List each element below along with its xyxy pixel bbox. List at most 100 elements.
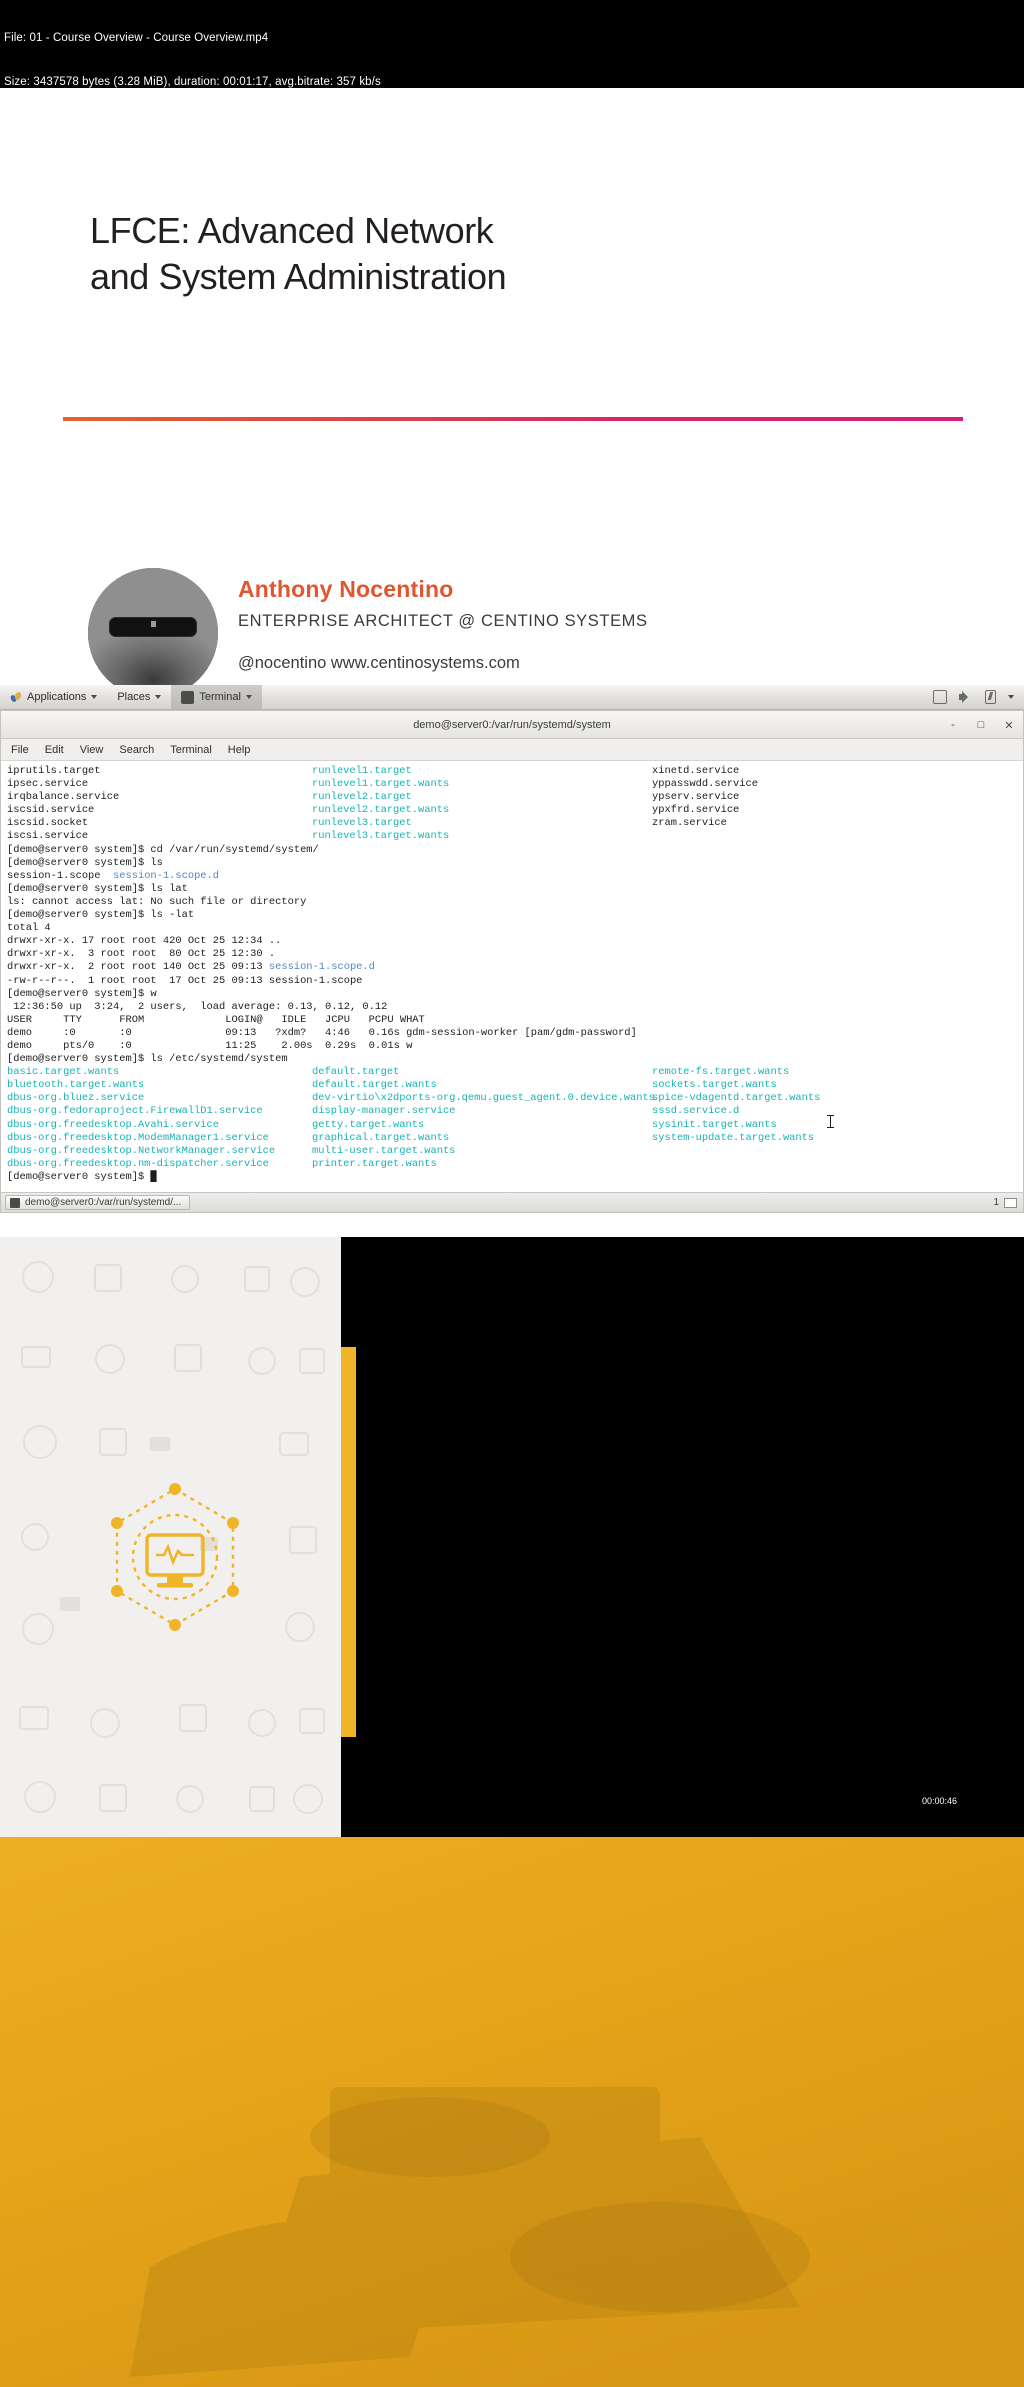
menu-help[interactable]: Help (228, 744, 251, 756)
terminal-line: session-1.scope session-1.scope.d (7, 870, 1017, 883)
timestamp-label: 00:00:46 (922, 1796, 958, 1806)
panel-menu-terminal[interactable]: Terminal (171, 685, 262, 709)
terminal-cell: remote-fs.target.wants (652, 1066, 790, 1079)
presenter-role: ENTERPRISE ARCHITECT @ CENTINO SYSTEMS (238, 612, 648, 630)
terminal-cell: dbus-org.fedoraproject.FirewallD1.servic… (7, 1105, 263, 1118)
thumbnail-outro-slide: You’ll know how to drive real value from… (0, 1837, 1024, 2387)
terminal-cell: ypserv.service (652, 791, 740, 804)
terminal-app-icon (181, 690, 195, 704)
menu-view[interactable]: View (80, 744, 104, 756)
terminal-cell: dbus-org.freedesktop.nm-dispatcher.servi… (7, 1157, 269, 1170)
terminal-cell: irqbalance.service (7, 791, 120, 804)
panel-status-tray (933, 690, 1024, 704)
terminal-cell: default.target.wants (312, 1079, 437, 1092)
terminal-cell: bluetooth.target.wants (7, 1079, 145, 1092)
terminal-line: dbus-org.freedesktop.NetworkManager.serv… (7, 1145, 1017, 1158)
avatar (88, 568, 218, 685)
terminal-cell: ipsec.service (7, 778, 89, 791)
terminal-line: demo :0 :0 09:13 ?xdm? 4:46 0.16s gdm-se… (7, 1026, 637, 1039)
network-icon[interactable] (933, 690, 947, 704)
taskbar-window-label: demo@server0:/var/run/systemd/... (25, 1197, 182, 1208)
terminal-line: [demo@server0 system]$ w (7, 987, 157, 1000)
thumbnail-title-slide: LFCE: Advanced Network and System Admini… (0, 88, 1024, 685)
terminal-cell: spice-vdagentd.target.wants (652, 1092, 821, 1105)
text-cursor-icon (827, 1115, 834, 1128)
terminal-window: demo@server0:/var/run/systemd/system - □… (0, 710, 1024, 1213)
terminal-line: iprutils.target runlevel1.target xinetd.se… (7, 765, 1017, 778)
meta-line-file: File: 01 - Course Overview - Course Over… (4, 32, 269, 45)
terminal-line: -rw-r--r--. 1 root root 17 Oct 25 09:13 … (7, 974, 363, 987)
page-title: LFCE: Advanced Network and System Admini… (90, 208, 790, 300)
applications-label: Applications (27, 691, 87, 703)
terminal-cell: drwxr-xr-x. 2 root root 140 Oct 25 09:13 (7, 961, 269, 974)
terminal-cell: dbus-org.bluez.service (7, 1092, 145, 1105)
terminal-cell: xinetd.service (652, 765, 740, 777)
terminal-cell: runlevel2.target (312, 791, 412, 804)
workspace-switcher[interactable]: 1 (993, 1197, 1023, 1208)
terminal-cell: dbus-org.freedesktop.ModemManager1.servi… (7, 1131, 269, 1144)
menu-terminal[interactable]: Terminal (170, 744, 212, 756)
terminal-line: bluetooth.target.wants default.target.wan… (7, 1079, 1017, 1092)
terminal-line: [demo@server0 system]$ ls /etc/systemd/s… (7, 1053, 288, 1066)
terminal-line: USER TTY FROM LOGIN@ IDLE JCPU PCPU WHAT (7, 1013, 425, 1026)
terminal-line: drwxr-xr-x. 3 root root 80 Oct 25 12:30 … (7, 948, 276, 961)
volume-icon[interactable] (959, 690, 973, 704)
presenter-name: Anthony Nocentino (238, 576, 454, 602)
panel-menu-places[interactable]: Places (107, 685, 171, 709)
terminal-line: dbus-org.freedesktop.nm-dispatcher.servi… (7, 1158, 1017, 1171)
minimize-button[interactable]: - (947, 719, 959, 731)
panel-menu-applications[interactable]: Applications (0, 685, 107, 709)
maximize-button[interactable]: □ (975, 719, 987, 731)
terminal-cell: getty.target.wants (312, 1118, 425, 1131)
terminal-line: iscsid.service runlevel2.target.wants ypxf… (7, 804, 1017, 817)
agenda-accent-bar (341, 1347, 356, 1737)
terminal-cell: dev-virtio\x2dports-org.qemu.guest_agent… (312, 1092, 655, 1105)
taskbar-window-button[interactable]: demo@server0:/var/run/systemd/... (5, 1195, 191, 1210)
terminal-cell: dbus-org.freedesktop.NetworkManager.serv… (7, 1144, 276, 1157)
workspace-box-icon (1004, 1197, 1017, 1208)
terminal-line: total 4 (7, 922, 51, 935)
terminal-titlebar: demo@server0:/var/run/systemd/system - □… (1, 711, 1023, 739)
chevron-down-icon (91, 695, 98, 699)
terminal-line: demo pts/0 :0 11:25 2.00s 0.29s 0.01s w (7, 1039, 413, 1052)
close-button[interactable]: ✕ (1003, 719, 1015, 732)
terminal-line: irqbalance.service runlevel2.target ypserv… (7, 791, 1017, 804)
terminal-line: dbus-org.freedesktop.ModemManager1.servi… (7, 1132, 1017, 1145)
terminal-cell: basic.target.wants (7, 1066, 120, 1079)
window-controls: - □ ✕ (947, 711, 1015, 739)
terminal-cell: session-1.scope.d (268, 961, 375, 974)
terminal-cell: iprutils.target (7, 765, 101, 777)
chevron-down-icon (245, 695, 252, 699)
chevron-down-icon[interactable] (1008, 695, 1014, 699)
terminal-output[interactable]: iprutils.target runlevel1.target xinetd.se… (1, 761, 1023, 1192)
terminal-cell: runlevel2.target.wants (312, 804, 450, 817)
thumbnail-agenda-slide: Managing Network Services Monitoring Sys… (0, 1237, 1024, 1837)
terminal-cell: session-1.scope (7, 869, 114, 882)
presenter-links: @nocentino www.centinosystems.com (238, 654, 520, 672)
terminal-cell: zram.service (652, 817, 727, 830)
menu-search[interactable]: Search (119, 744, 154, 756)
terminal-line: [demo@server0 system]$ ls (7, 856, 163, 869)
places-label: Places (117, 691, 151, 703)
terminal-cell: runlevel3.target (312, 817, 412, 830)
terminal-line: [demo@server0 system]$ cd /var/run/syste… (7, 843, 319, 856)
agenda-pattern-panel (0, 1237, 341, 1837)
terminal-cell: graphical.target.wants (312, 1131, 450, 1144)
terminal-line: iscsi.service runlevel3.target.wants (7, 830, 1017, 843)
terminal-cell: session-1.scope.d (113, 869, 220, 882)
title-line-1: LFCE: Advanced Network (90, 210, 494, 251)
menu-edit[interactable]: Edit (45, 744, 64, 756)
terminal-cell: dbus-org.freedesktop.Avahi.service (7, 1118, 220, 1131)
terminal-line: iscsid.socket runlevel3.target zram.servic… (7, 817, 1017, 830)
battery-icon[interactable] (985, 690, 996, 704)
terminal-line: ls: cannot access lat: No such file or d… (7, 895, 307, 908)
terminal-cell: printer.target.wants (312, 1157, 437, 1170)
terminal-cell: display-manager.service (312, 1105, 456, 1118)
menu-file[interactable]: File (11, 744, 29, 756)
workspace-number: 1 (993, 1197, 999, 1208)
terminal-title: demo@server0:/var/run/systemd/system (413, 718, 611, 731)
terminal-cell: yppasswdd.service (652, 778, 759, 791)
terminal-cell: ypxfrd.service (652, 804, 740, 817)
terminal-cell: sysinit.target.wants (652, 1118, 777, 1131)
terminal-line: [demo@server0 system]$ ls lat (7, 882, 188, 895)
